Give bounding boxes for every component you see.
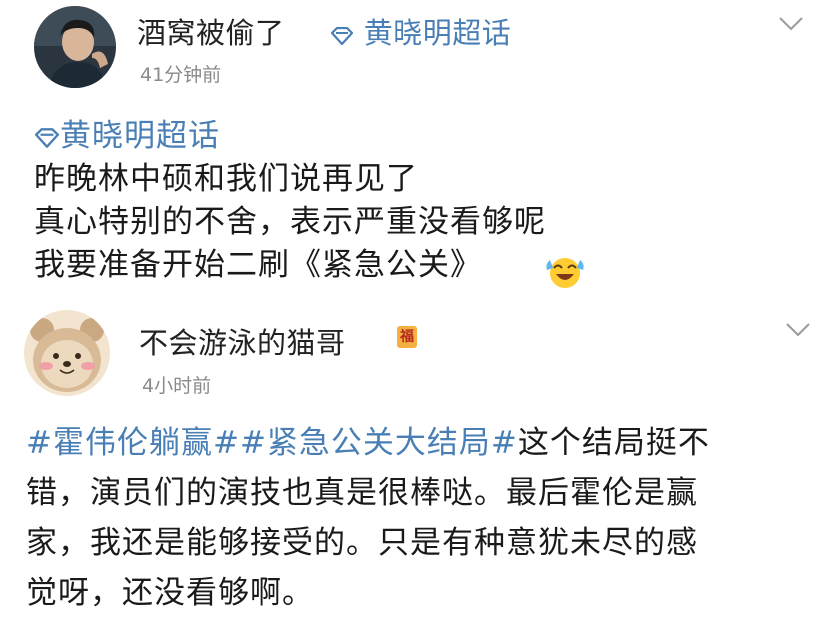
laugh-cry-emoji-icon [546,258,584,288]
diamond-icon [330,18,354,52]
hashtag-link[interactable]: #霍伟伦躺赢# [26,425,240,461]
post-1: 酒窝被偷了 黄晓明超话 41分钟前 黄晓明超话 昨晚林中硕和我们说再见了 真心特… [0,0,828,300]
topic-link-label: 黄晓明超话 [60,118,220,154]
body-line: 昨晚林中硕和我们说再见了 [34,161,418,197]
supertopic-tag[interactable]: 黄晓明超话 [330,10,511,52]
username[interactable]: 不会游泳的猫哥 [139,320,346,362]
body-line: #霍伟伦躺赢##紧急公关大结局#这个结局挺不 [26,425,710,461]
avatar[interactable] [24,310,110,396]
avatar[interactable] [34,6,116,88]
body-line: 错，演员们的演技也真是很棒哒。最后霍伦是赢 [26,475,698,511]
post-body: #霍伟伦躺赢##紧急公关大结局#这个结局挺不 错，演员们的演技也真是很棒哒。最后… [26,418,816,618]
post-time: 4小时前 [142,375,212,397]
topic-link[interactable]: 黄晓明超话 [34,110,220,156]
post-body: 昨晚林中硕和我们说再见了 真心特别的不舍，表示严重没看够呢 我要准备开始二刷《紧… [34,158,794,287]
body-line: 我要准备开始二刷《紧急公关》 [34,247,482,283]
post-2: 不会游泳的猫哥 福 4小时前 #霍伟伦躺赢##紧急公关大结局#这个结局挺不 错，… [0,300,828,618]
diamond-icon [34,120,60,156]
fortune-badge-icon: 福 [397,326,417,348]
body-line: 家，我还是能够接受的。只是有种意犹未尽的感 [26,525,698,561]
supertopic-label: 黄晓明超话 [363,16,512,50]
username[interactable]: 酒窝被偷了 [137,10,285,52]
chevron-down-icon[interactable] [785,322,811,338]
post-time: 41分钟前 [140,64,222,86]
body-line: 觉呀，还没看够啊。 [26,575,314,611]
chevron-down-icon[interactable] [778,16,804,32]
body-line: 真心特别的不舍，表示严重没看够呢 [34,204,546,240]
hashtag-link[interactable]: #紧急公关大结局# [240,425,518,461]
